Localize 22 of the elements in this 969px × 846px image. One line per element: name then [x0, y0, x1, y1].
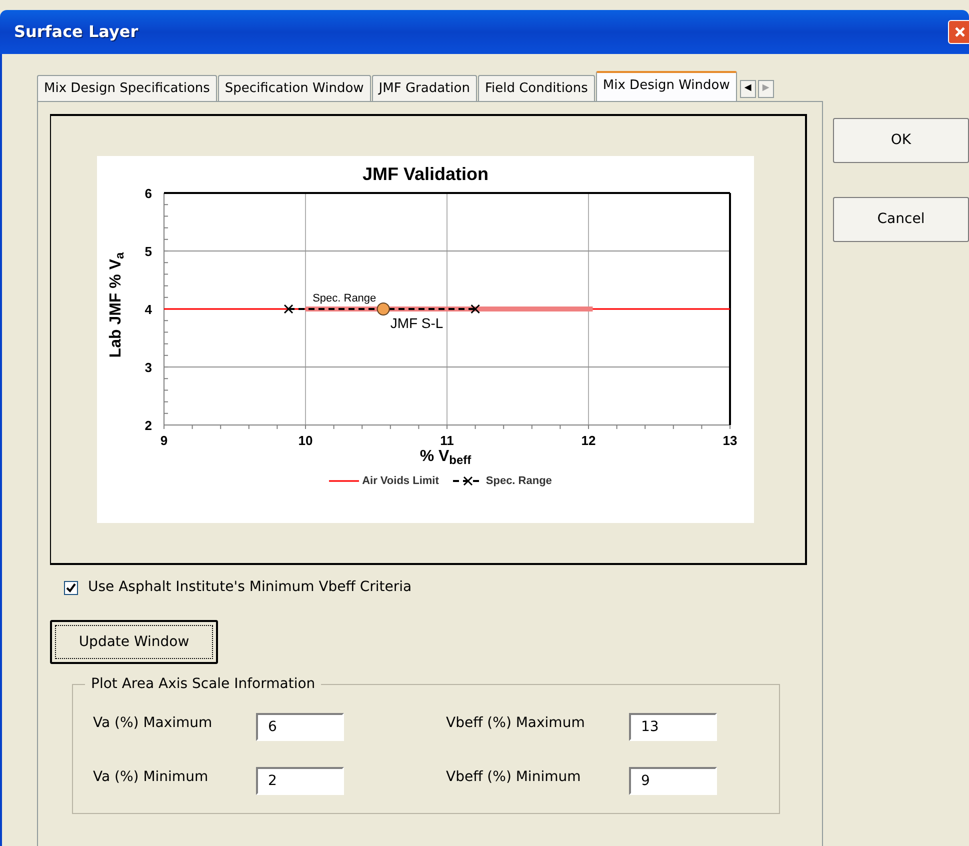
- chart-title: JMF Validation: [362, 163, 489, 185]
- x-tick-label: 10: [298, 433, 313, 448]
- y-tick-label: 2: [144, 418, 152, 433]
- x-tick-label: 9: [160, 433, 168, 448]
- y-tick-label: 4: [144, 302, 152, 317]
- legend-label: Air Voids Limit: [362, 474, 439, 489]
- field-label: Vbeff (%) Minimum: [446, 768, 582, 786]
- x-tick-label: 12: [581, 433, 596, 448]
- data-label: JMF S-L: [390, 315, 444, 331]
- field-label: Va (%) Maximum: [93, 714, 214, 732]
- x-tick-label: 13: [722, 433, 738, 448]
- window-title: Surface Layer: [14, 21, 138, 43]
- checkbox-label: Use Asphalt Institute's Minimum Vbeff Criteria: [88, 578, 412, 597]
- field-label: Va (%) Minimum: [93, 768, 210, 786]
- x-tick-label: 11: [440, 433, 454, 448]
- y-tick-label: 5: [144, 244, 152, 259]
- legend-label: Spec. Range: [486, 474, 552, 489]
- y-tick-label: 6: [144, 186, 152, 201]
- field-label: Vbeff (%) Maximum: [446, 714, 586, 732]
- y-tick-label: 3: [144, 360, 152, 375]
- annotation-label: Spec. Range: [312, 292, 376, 304]
- x-axis-label: % V$_{beff}$: [420, 447, 472, 467]
